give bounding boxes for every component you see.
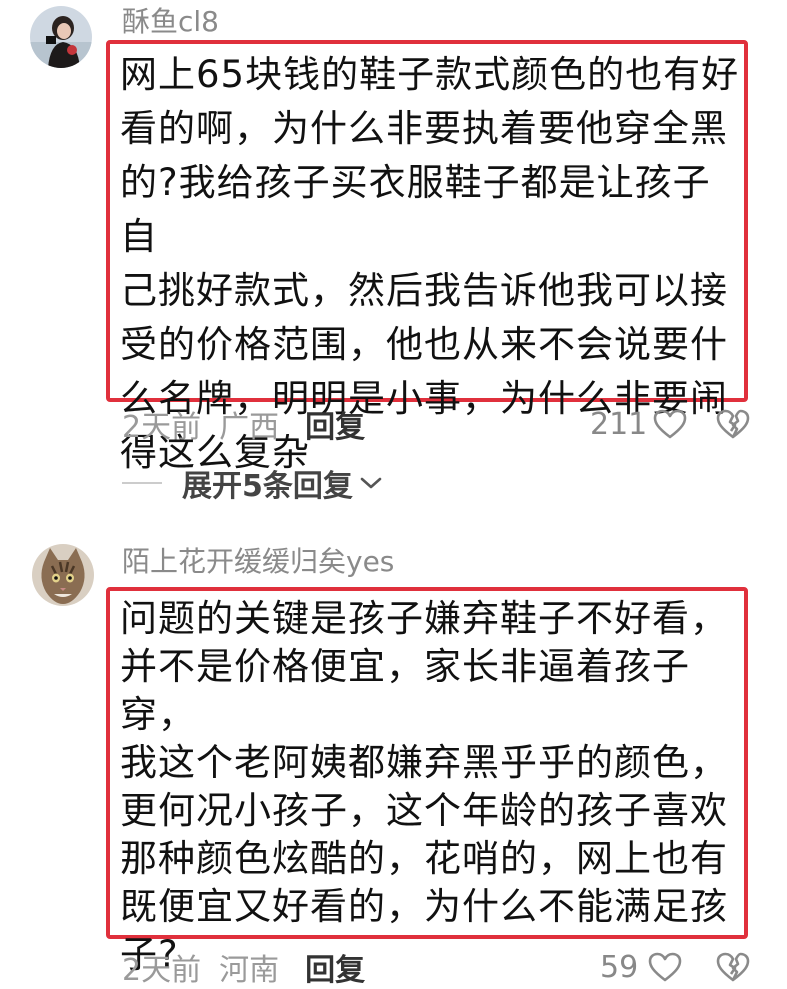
comment-meta: 2天前 广西 回复 [122, 402, 365, 446]
heart-icon[interactable] [648, 952, 682, 982]
comment-location: 广西 [219, 410, 280, 445]
like-control[interactable]: 59 [600, 947, 682, 987]
divider [122, 482, 162, 484]
user-photo-avatar-icon [30, 6, 92, 68]
username[interactable]: 陌上花开缓缓归矣yes [122, 548, 394, 576]
comment-time: 2天前 [122, 953, 202, 988]
comment-text: 问题的关键是孩子嫌弃鞋子不好看， 并不是价格便宜，家长非逼着孩子穿， 我这个老阿… [120, 597, 728, 976]
heart-icon[interactable] [653, 409, 687, 439]
chevron-down-icon [359, 475, 383, 491]
dislike-broken-heart-icon[interactable] [716, 409, 750, 439]
username[interactable]: 酥鱼cl8 [122, 8, 219, 36]
highlighted-comment-box: 问题的关键是孩子嫌弃鞋子不好看， 并不是价格便宜，家长非逼着孩子穿， 我这个老阿… [106, 587, 748, 976]
expand-replies[interactable]: 展开5条回复 [122, 463, 383, 504]
like-control[interactable]: 211 [590, 404, 687, 444]
reply-button[interactable]: 回复 [305, 402, 365, 446]
like-count: 59 [600, 949, 639, 985]
expand-replies-label: 展开5条回复 [182, 469, 353, 504]
comment-meta: 2天前 河南 回复 [122, 945, 365, 989]
avatar[interactable] [30, 6, 92, 68]
cat-photo-avatar-icon [32, 544, 94, 606]
dislike-broken-heart-icon[interactable] [716, 952, 750, 982]
reply-button[interactable]: 回复 [305, 945, 365, 989]
comment-location: 河南 [219, 953, 280, 988]
like-count: 211 [590, 406, 648, 442]
avatar[interactable] [32, 544, 94, 606]
comment-time: 2天前 [122, 410, 202, 445]
highlighted-comment-box: 网上65块钱的鞋子款式颜色的也有好 看的啊，为什么非要执着要他穿全黑 的?我给孩… [106, 40, 748, 474]
